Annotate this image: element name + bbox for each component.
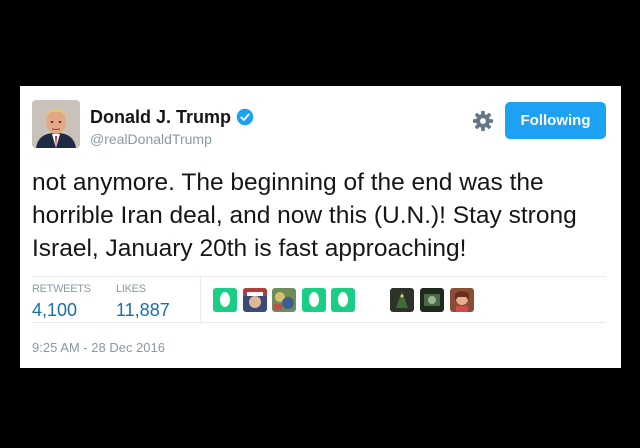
liker-avatar-photo[interactable] (450, 288, 474, 312)
divider-top (32, 276, 606, 277)
liker-avatar-egg[interactable] (331, 288, 355, 312)
author-avatar[interactable] (32, 100, 80, 148)
likes-count: 11,887 (116, 300, 170, 320)
liker-avatar-photo[interactable] (243, 288, 267, 312)
liker-avatar-photo[interactable] (420, 288, 444, 312)
retweets-stat[interactable]: RETWEETS 4,100 (32, 283, 91, 321)
tweet-card: Donald J. Trump @realDonaldTrump Followi… (20, 86, 621, 368)
liker-avatar-egg[interactable] (302, 288, 326, 312)
divider-bottom (32, 322, 606, 323)
retweets-label: RETWEETS (32, 283, 91, 295)
liker-avatar-egg[interactable] (213, 288, 237, 312)
liker-avatar-photo[interactable] (390, 288, 414, 312)
gear-icon[interactable] (472, 110, 494, 132)
likes-stat[interactable]: LIKES 11,887 (116, 283, 170, 321)
following-button[interactable]: Following (505, 102, 606, 139)
author-handle[interactable]: @realDonaldTrump (90, 131, 212, 148)
stats-separator (200, 277, 201, 323)
avatar-portrait-icon (32, 100, 80, 148)
retweets-count: 4,100 (32, 300, 78, 320)
verified-badge-icon (236, 108, 254, 126)
liker-avatar-photo[interactable] (272, 288, 296, 312)
tweet-timestamp[interactable]: 9:25 AM - 28 Dec 2016 (32, 340, 165, 356)
likes-label: LIKES (116, 283, 146, 295)
tweet-text: not anymore. The beginning of the end wa… (32, 169, 577, 262)
author-name[interactable]: Donald J. Trump (90, 106, 231, 128)
